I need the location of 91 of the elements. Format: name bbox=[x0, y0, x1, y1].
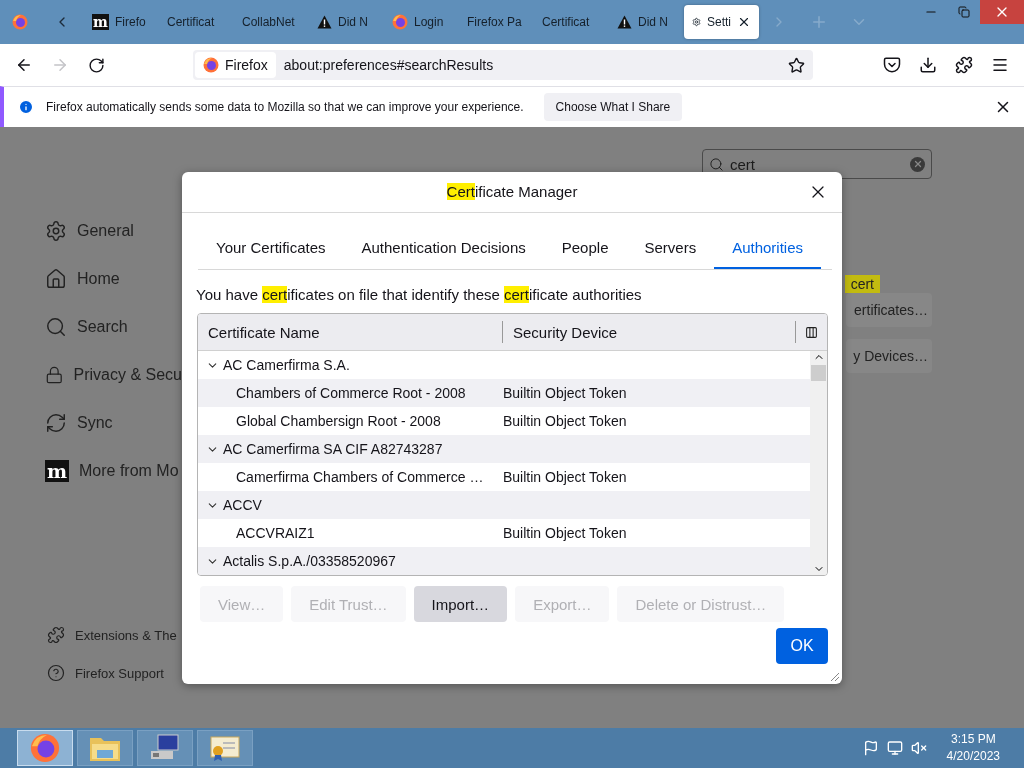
certificate-name: Camerfirma Chambers of Commerce … bbox=[235, 469, 485, 485]
taskbar-app[interactable] bbox=[137, 730, 193, 766]
url-text: about:preferences#searchResults bbox=[283, 57, 494, 73]
group-name: ACCV bbox=[223, 497, 262, 513]
warning-icon bbox=[317, 15, 332, 29]
search-highlight: cert bbox=[844, 275, 880, 293]
scroll-thumb[interactable] bbox=[811, 365, 826, 381]
puzzle-icon bbox=[955, 56, 973, 74]
taskbar-app[interactable] bbox=[77, 730, 133, 766]
settings-button[interactable]: ertificates… bbox=[846, 293, 932, 327]
browser-tab[interactable]: Login bbox=[384, 5, 459, 39]
ok-button[interactable]: OK bbox=[776, 628, 828, 664]
security-device: Builtin Object Token bbox=[503, 385, 627, 401]
restore-icon bbox=[957, 6, 970, 18]
group-name: AC Camerfirma S.A. bbox=[223, 357, 350, 373]
certificate-name: Global Chambersign Root - 2008 bbox=[235, 413, 442, 429]
tree-row[interactable]: ACCV bbox=[198, 491, 810, 519]
sidebar-item[interactable]: General bbox=[45, 207, 182, 255]
settings-button[interactable]: y Devices… bbox=[846, 339, 932, 373]
close-icon[interactable] bbox=[737, 15, 751, 29]
search-icon bbox=[45, 316, 67, 338]
security-device: Builtin Object Token bbox=[503, 413, 627, 429]
mozilla-logo-icon: m bbox=[92, 14, 109, 30]
column-header[interactable]: Security Device bbox=[503, 321, 796, 343]
sidebar-item[interactable]: Search bbox=[45, 303, 182, 351]
firefox-logo-icon bbox=[30, 733, 60, 763]
browser-tab[interactable]: Setti bbox=[684, 5, 759, 39]
browser-tab[interactable]: m Firefo bbox=[84, 5, 159, 39]
dialog-tab[interactable]: People bbox=[543, 227, 627, 269]
resize-grip-icon bbox=[828, 670, 840, 682]
browser-tab[interactable]: Certificat bbox=[159, 5, 234, 39]
reload-icon bbox=[87, 56, 105, 74]
firefox-logo-icon bbox=[12, 14, 28, 30]
scrollbar[interactable] bbox=[810, 351, 827, 575]
notification-message: Firefox automatically sends some data to Mozilla so that we can improve your experience. bbox=[46, 100, 524, 114]
warning-icon bbox=[617, 15, 632, 29]
flag-icon[interactable] bbox=[862, 740, 879, 756]
computer-icon bbox=[149, 734, 181, 762]
tree-row[interactable]: AC Camerfirma SA CIF A82743287 bbox=[198, 435, 810, 463]
group-name: Actalis S.p.A./03358520967 bbox=[223, 553, 396, 569]
dialog-tab[interactable]: Servers bbox=[626, 227, 715, 269]
column-header[interactable]: Certificate Name bbox=[198, 321, 503, 343]
dialog-tab[interactable]: Your Certificates bbox=[198, 227, 344, 269]
browser-tab[interactable]: Firefox Pa bbox=[459, 5, 534, 39]
pocket-icon bbox=[883, 56, 901, 74]
tree-row[interactable]: Chambers of Commerce Root - 2008 Builtin Object Token bbox=[198, 379, 810, 407]
dialog-tab[interactable]: Authorities bbox=[714, 227, 822, 269]
puzzle-icon bbox=[47, 626, 65, 644]
firefox-logo-icon bbox=[203, 57, 219, 73]
volume-muted-icon[interactable] bbox=[910, 740, 927, 756]
browser-tab[interactable]: Certificat bbox=[534, 5, 609, 39]
plus-icon bbox=[810, 13, 828, 31]
help-icon bbox=[47, 664, 65, 682]
group-name: AC Camerfirma SA CIF A82743287 bbox=[223, 441, 443, 457]
forward-arrow-icon bbox=[51, 56, 69, 74]
description-text: You have certificates on file that identify these certificate authorities bbox=[196, 286, 643, 303]
browser-tab[interactable]: Did N bbox=[309, 5, 384, 39]
sidebar-item[interactable]: Sync bbox=[45, 399, 182, 447]
info-icon bbox=[18, 99, 34, 115]
sidebar-link[interactable]: Extensions & The bbox=[45, 616, 177, 654]
mozilla-logo-icon: m bbox=[45, 460, 69, 482]
home-icon bbox=[45, 268, 67, 290]
browser-tab[interactable]: Did N bbox=[609, 5, 684, 39]
dialog-button[interactable]: Import… bbox=[413, 586, 508, 622]
certificate-name: ACCVRAIZ1 bbox=[235, 525, 316, 541]
address-bar[interactable]: Firefox about:preferences#searchResults bbox=[193, 50, 813, 80]
tree-row[interactable]: Actalis S.p.A./03358520967 bbox=[198, 547, 810, 575]
sidebar-link[interactable]: Firefox Support bbox=[45, 654, 177, 692]
security-device: Builtin Object Token bbox=[503, 525, 627, 541]
sidebar-item[interactable]: Privacy & Secu bbox=[45, 351, 182, 399]
sidebar-item[interactable]: m More from Mo bbox=[45, 447, 182, 495]
browser-tab[interactable]: CollabNet bbox=[234, 5, 309, 39]
certificate-name: Chambers of Commerce Root - 2008 bbox=[235, 385, 467, 401]
settings-icon bbox=[45, 220, 67, 242]
firefox-logo-icon bbox=[392, 14, 408, 30]
identity-box[interactable]: Firefox bbox=[195, 52, 276, 78]
certificate-icon bbox=[209, 734, 241, 762]
sidebar-item[interactable]: Home bbox=[45, 255, 182, 303]
taskbar-app[interactable] bbox=[197, 730, 253, 766]
network-icon[interactable] bbox=[886, 740, 903, 756]
clock[interactable]: 3:15 PM 4/20/2023 bbox=[946, 731, 1000, 765]
security-device: Builtin Object Token bbox=[503, 469, 627, 485]
sync-icon bbox=[45, 412, 67, 434]
dialog-tab[interactable]: Authentication Decisions bbox=[343, 227, 544, 269]
search-icon bbox=[709, 156, 724, 172]
lock-icon bbox=[45, 364, 64, 386]
clear-icon[interactable] bbox=[910, 156, 925, 172]
bookmark-star-icon[interactable] bbox=[788, 56, 805, 74]
choose-what-i-share-button[interactable]: Choose What I Share bbox=[543, 93, 683, 121]
menu-icon bbox=[991, 56, 1009, 74]
download-icon bbox=[919, 56, 937, 74]
